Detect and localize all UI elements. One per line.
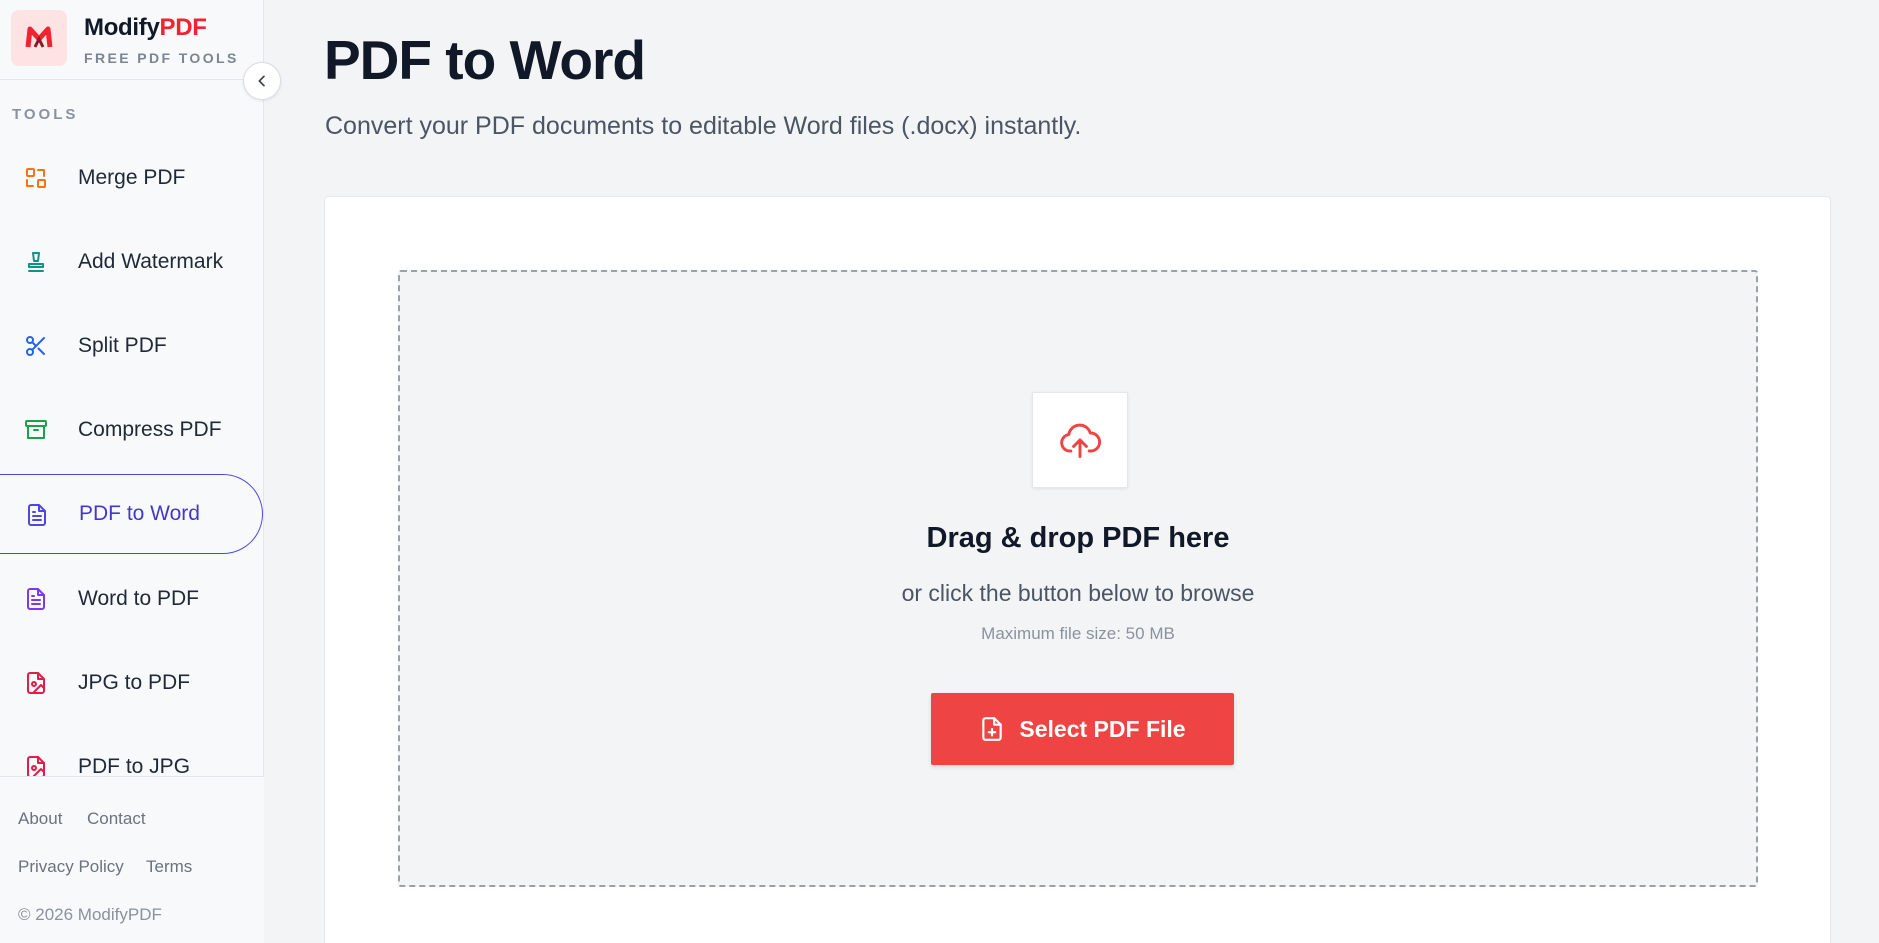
- copyright-text: © 2026 ModifyPDF: [18, 905, 162, 924]
- sidebar-item-compress-pdf[interactable]: Compress PDF: [0, 390, 263, 470]
- dropzone-subtitle: or click the button below to browse: [901, 580, 1255, 606]
- sidebar-item-label: PDF to JPG: [78, 755, 191, 776]
- stamp-icon: [28, 252, 44, 272]
- scissors-icon: [26, 336, 45, 356]
- sidebar-item-word-to-pdf[interactable]: Word to PDF: [0, 559, 263, 639]
- chevron-left-icon: [258, 75, 265, 87]
- brand-name[interactable]: ModifyPDF: [84, 14, 207, 42]
- modifypdf-logo-icon[interactable]: [11, 10, 67, 66]
- upload-card: Drag & drop PDF here or click the button…: [324, 196, 1831, 943]
- upload-icon-box: [1032, 392, 1128, 488]
- document-icon: [27, 588, 45, 610]
- page-title: PDF to Word: [324, 29, 646, 91]
- tools-heading: TOOLS: [12, 106, 79, 123]
- sidebar: ModifyPDF FREE PDF TOOLS TOOLS Merge PDF…: [0, 0, 264, 943]
- sidebar-collapse-button[interactable]: [243, 62, 281, 100]
- document-icon: [28, 504, 46, 526]
- max-file-size-note: Maximum file size: 50 MB: [981, 624, 1175, 643]
- sidebar-item-label: Compress PDF: [78, 418, 222, 441]
- tools-nav: Merge PDF Add Watermark Split PDF Compre…: [0, 136, 264, 776]
- merge-icon: [26, 168, 46, 188]
- sidebar-item-label: JPG to PDF: [78, 671, 191, 694]
- sidebar-item-pdf-to-word[interactable]: PDF to Word: [0, 474, 263, 554]
- file-plus-icon: [982, 717, 1003, 741]
- about-link[interactable]: About: [18, 809, 62, 829]
- brand-name-accent: PDF: [159, 14, 207, 41]
- sidebar-item-merge-pdf[interactable]: Merge PDF: [0, 138, 263, 218]
- image-file-icon: [27, 756, 45, 776]
- sidebar-item-pdf-to-jpg[interactable]: PDF to JPG: [0, 727, 263, 776]
- sidebar-item-label: Word to PDF: [78, 587, 199, 610]
- page-subtitle: Convert your PDF documents to editable W…: [325, 112, 1082, 140]
- brand-header: ModifyPDF FREE PDF TOOLS: [0, 0, 264, 80]
- sidebar-item-label: Add Watermark: [78, 250, 224, 273]
- terms-link[interactable]: Terms: [146, 857, 192, 877]
- privacy-policy-link[interactable]: Privacy Policy: [18, 857, 124, 877]
- cloud-upload-icon: [1060, 423, 1102, 458]
- file-dropzone[interactable]: Drag & drop PDF here or click the button…: [398, 270, 1758, 887]
- sidebar-item-label: Split PDF: [78, 334, 167, 357]
- sidebar-footer: About Contact Privacy Policy Terms © 202…: [0, 776, 264, 943]
- sidebar-item-jpg-to-pdf[interactable]: JPG to PDF: [0, 643, 263, 723]
- sidebar-item-split-pdf[interactable]: Split PDF: [0, 306, 263, 386]
- contact-link[interactable]: Contact: [87, 809, 146, 829]
- select-pdf-file-button[interactable]: Select PDF File: [931, 693, 1234, 765]
- archive-icon: [25, 420, 47, 439]
- sidebar-item-label: PDF to Word: [79, 502, 200, 525]
- image-file-icon: [27, 672, 45, 694]
- dropzone-title: Drag & drop PDF here: [926, 522, 1230, 554]
- sidebar-item-label: Merge PDF: [78, 166, 186, 189]
- brand-tagline: FREE PDF TOOLS: [84, 50, 239, 66]
- sidebar-item-add-watermark[interactable]: Add Watermark: [0, 222, 263, 302]
- select-pdf-file-label: Select PDF File: [1019, 715, 1186, 742]
